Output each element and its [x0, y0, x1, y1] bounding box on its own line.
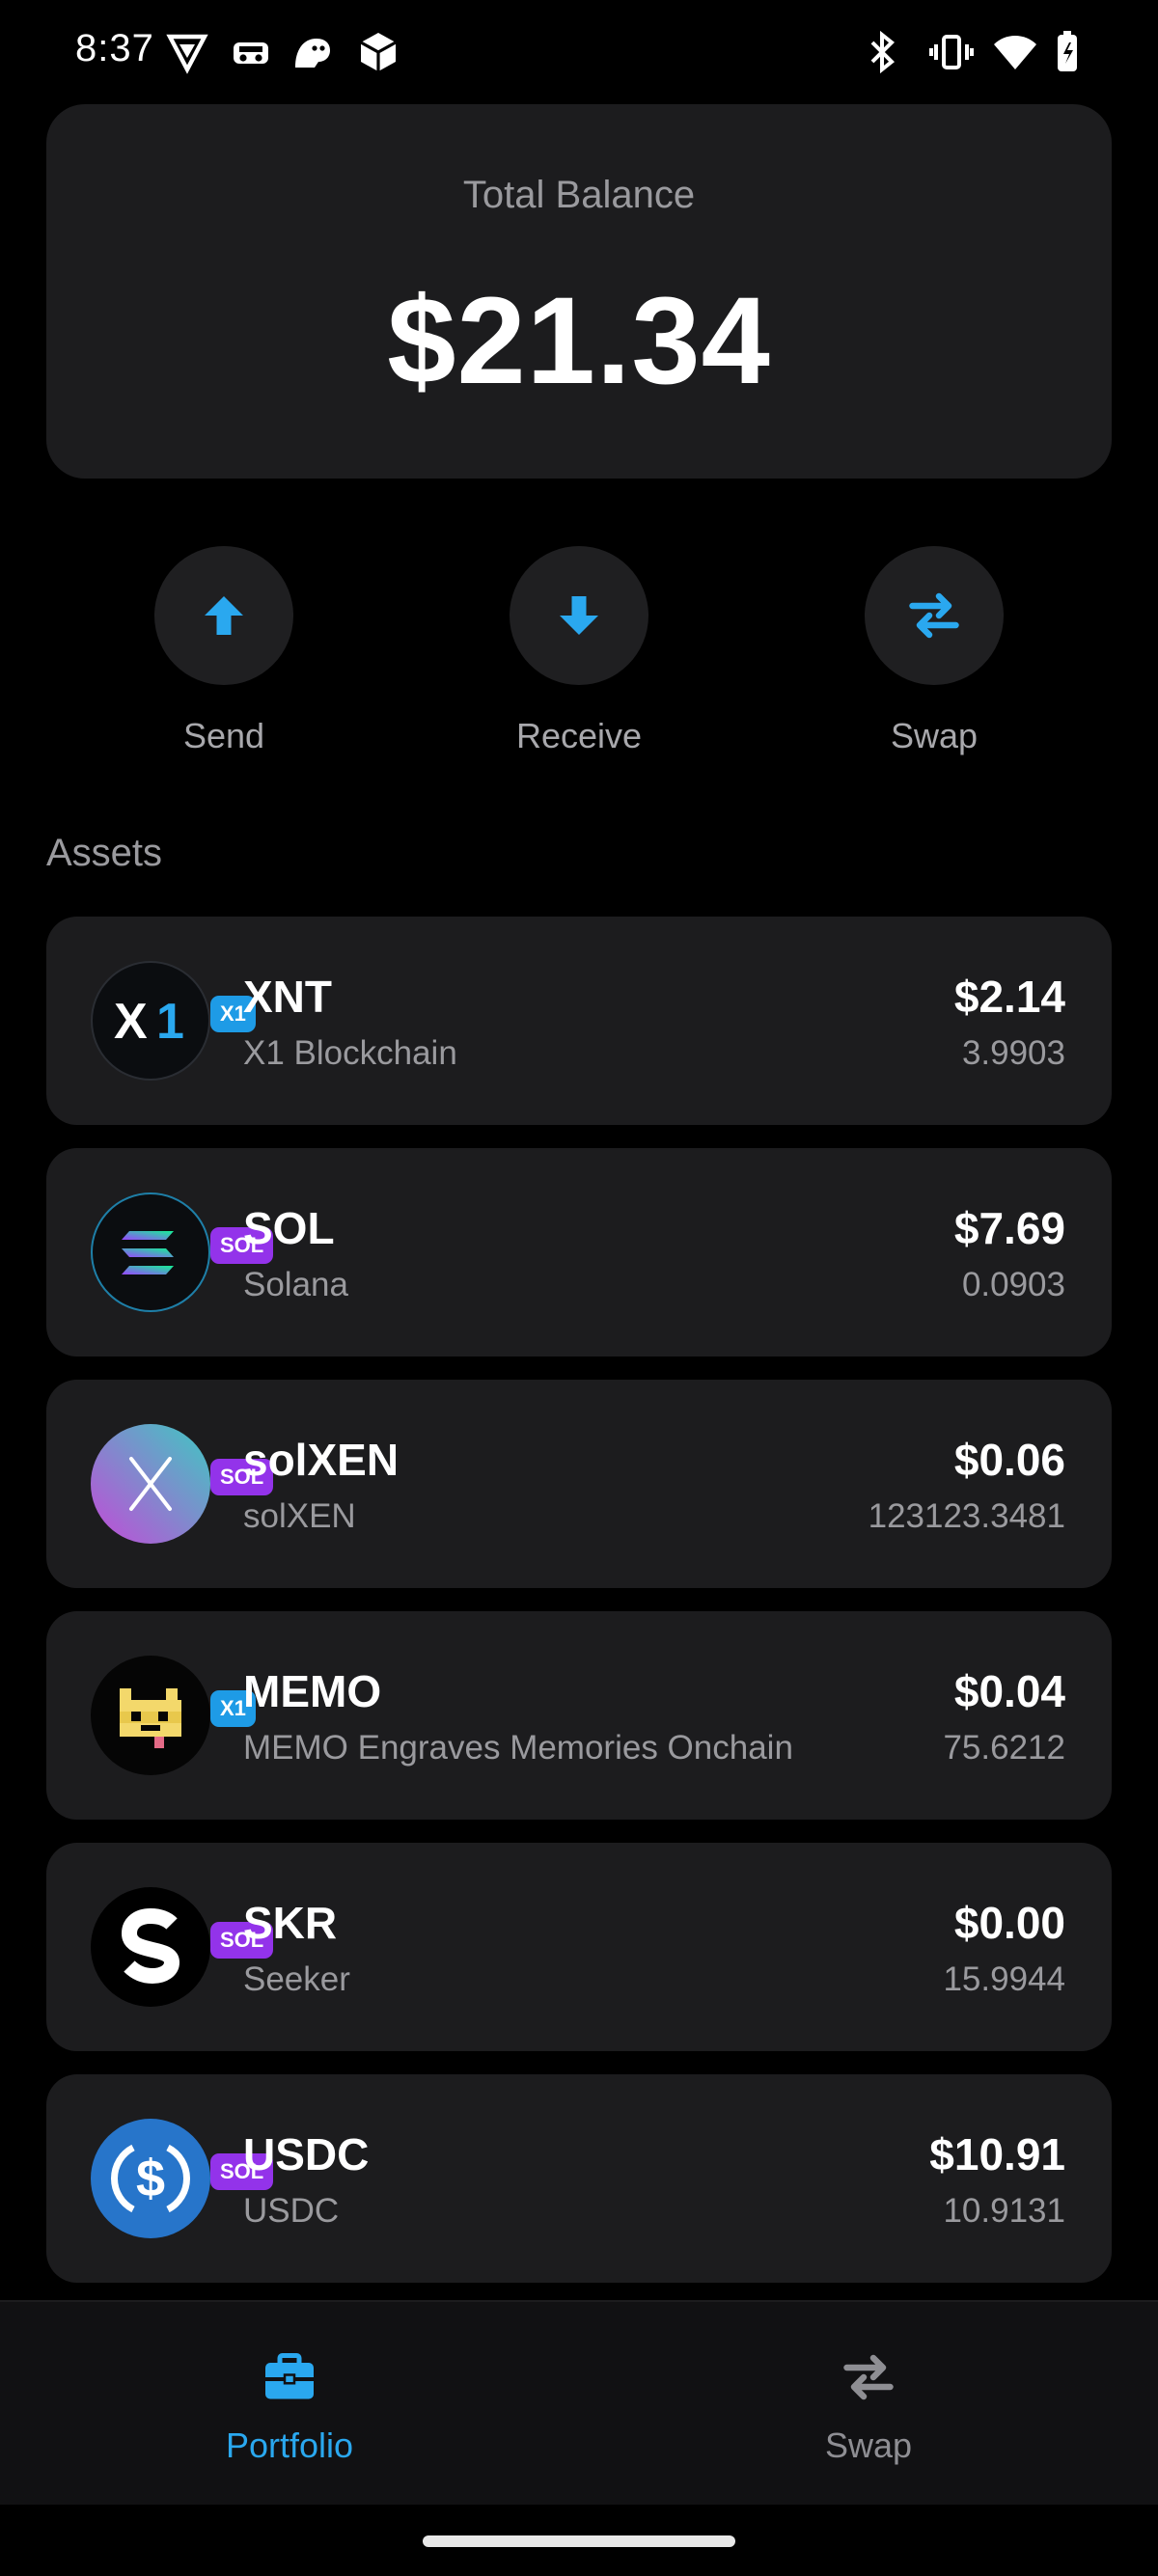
xnt-logo-icon: X 1 X1	[91, 961, 256, 1081]
asset-name: Seeker	[243, 1960, 350, 1998]
send-circle[interactable]	[154, 546, 293, 685]
bottom-nav: Portfolio Swap	[0, 2300, 1158, 2505]
asset-amount: 15.9944	[943, 1960, 1065, 1998]
total-balance-value: $21.34	[387, 272, 771, 410]
nav-portfolio[interactable]: Portfolio	[0, 2302, 579, 2507]
asset-usd-value: $0.00	[953, 1898, 1065, 1948]
svg-text:X: X	[114, 994, 148, 1050]
asset-symbol: XNT	[243, 972, 332, 1022]
asset-amount: 75.6212	[943, 1729, 1065, 1767]
asset-usd-value: $0.04	[953, 1666, 1065, 1716]
arrow-up-icon	[205, 596, 243, 635]
asset-symbol: USDC	[243, 2129, 370, 2179]
asset-list: X 1 X1 XNT X1 Blockchain $2.14 3.9903 SO…	[46, 917, 1112, 2306]
nav-swap-label: Swap	[824, 2425, 913, 2465]
asset-symbol: SOL	[243, 1203, 335, 1253]
asset-usd-value: $0.06	[953, 1435, 1065, 1485]
solxen-logo-icon: SOL	[91, 1424, 274, 1544]
asset-row-skr[interactable]: SOL SKR Seeker $0.00 15.9944	[46, 1843, 1112, 2051]
nav-portfolio-label: Portfolio	[225, 2425, 354, 2465]
swap-arrows-icon	[840, 2348, 897, 2406]
send-button[interactable]: Send	[118, 546, 330, 768]
nav-swap[interactable]: Swap	[579, 2302, 1158, 2507]
action-buttons: Send Receive Swap	[0, 546, 1158, 768]
vibrate-icon	[928, 29, 975, 75]
status-bar: 8:37	[0, 0, 1158, 104]
asset-usd-value: $10.91	[929, 2129, 1065, 2179]
asset-name: USDC	[243, 2192, 340, 2230]
vpn-shield-icon	[164, 29, 210, 75]
total-balance-label: Total Balance	[462, 174, 696, 216]
cube-icon	[355, 29, 401, 75]
swap-arrows-icon	[909, 592, 959, 639]
battery-icon	[1044, 29, 1090, 75]
asset-symbol: MEMO	[243, 1666, 382, 1716]
asset-row-usdc[interactable]: $ SOL USDC USDC $10.91 10.9131	[46, 2074, 1112, 2283]
send-label: Send	[182, 716, 265, 755]
asset-symbol: solXEN	[243, 1435, 400, 1485]
asset-usd-value: $7.69	[953, 1203, 1065, 1253]
asset-amount: 123123.3481	[868, 1497, 1065, 1535]
total-balance-card: Total Balance $21.34	[46, 104, 1112, 479]
asset-row-xnt[interactable]: X 1 X1 XNT X1 Blockchain $2.14 3.9903	[46, 917, 1112, 1125]
swap-button[interactable]: Swap	[828, 546, 1040, 768]
swap-label: Swap	[890, 716, 979, 755]
asset-row-solxen[interactable]: SOL solXEN solXEN $0.06 123123.3481	[46, 1380, 1112, 1588]
receive-button[interactable]: Receive	[473, 546, 685, 768]
receive-label: Receive	[515, 716, 643, 755]
asset-symbol: SKR	[243, 1898, 338, 1948]
asset-name: Solana	[243, 1266, 348, 1303]
assets-heading: Assets	[46, 832, 163, 874]
asset-usd-value: $2.14	[953, 972, 1065, 1022]
asset-row-sol[interactable]: SOL SOL Solana $7.69 0.0903	[46, 1148, 1112, 1357]
ghost-icon	[290, 29, 336, 75]
asset-name: solXEN	[243, 1497, 356, 1535]
asset-amount: 0.0903	[961, 1266, 1065, 1303]
asset-name: MEMO Engraves Memories Onchain	[243, 1729, 793, 1767]
car-icon	[228, 29, 274, 75]
usdc-logo-icon: $ SOL	[91, 2119, 274, 2238]
svg-text:$: $	[136, 2150, 165, 2207]
briefcase-icon	[261, 2348, 318, 2406]
home-indicator[interactable]	[423, 2535, 735, 2547]
asset-row-memo[interactable]: X1 MEMO MEMO Engraves Memories Onchain $…	[46, 1611, 1112, 1820]
solana-logo-icon: SOL	[91, 1192, 274, 1312]
asset-amount: 10.9131	[943, 2192, 1065, 2230]
asset-amount: 3.9903	[961, 1034, 1065, 1072]
seeker-logo-icon: SOL	[91, 1887, 274, 2007]
wifi-icon	[992, 29, 1038, 75]
asset-name: X1 Blockchain	[243, 1034, 457, 1072]
svg-text:1: 1	[156, 994, 184, 1050]
receive-circle[interactable]	[510, 546, 648, 685]
arrow-down-icon	[560, 596, 598, 635]
status-time: 8:37	[75, 27, 154, 69]
bluetooth-icon	[859, 29, 905, 75]
memo-logo-icon: X1	[91, 1656, 256, 1775]
swap-circle[interactable]	[865, 546, 1004, 685]
